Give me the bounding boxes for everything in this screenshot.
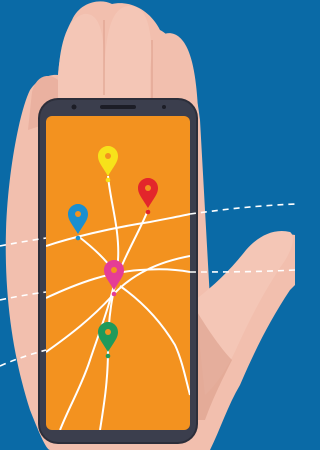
phone-speaker [100,105,136,109]
phone-sensor [162,105,166,109]
phone-camera [71,104,77,110]
illustration [0,0,295,450]
